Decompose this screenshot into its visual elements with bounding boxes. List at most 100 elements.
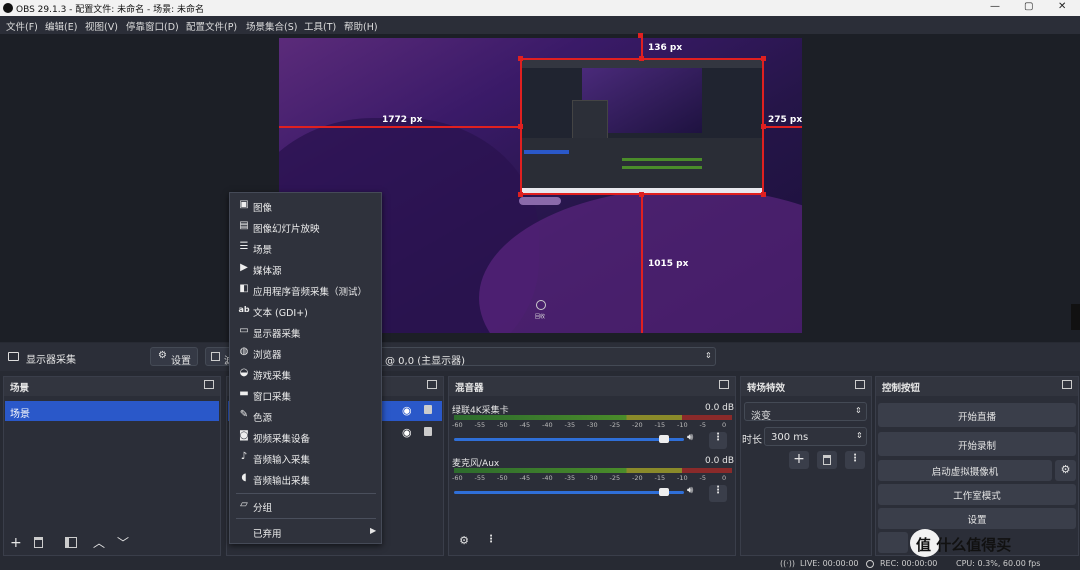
volume-slider[interactable] <box>454 491 684 494</box>
context-menu-item[interactable]: ♪ 音频输入采集 <box>230 448 381 468</box>
undock-icon[interactable] <box>1062 380 1072 389</box>
scenes-header: 场景 <box>4 377 220 396</box>
undock-icon[interactable] <box>427 380 437 389</box>
start-recording-button[interactable]: 开始录制 <box>878 432 1076 456</box>
mixer-settings-gear-icon[interactable]: ⚙ <box>454 534 474 552</box>
resize-handle[interactable] <box>518 192 523 197</box>
scene-move-down-button[interactable]: ﹀ <box>117 534 129 551</box>
context-menu-item[interactable]: ▭ 显示器采集 <box>230 322 381 342</box>
settings-button[interactable]: 设置 <box>878 508 1076 529</box>
start-virtual-camera-button[interactable]: 启动虚拟摄像机 <box>878 460 1052 481</box>
volume-slider-knob[interactable] <box>658 488 669 496</box>
undock-icon[interactable] <box>719 380 729 389</box>
guide-left-line <box>279 126 520 128</box>
resize-handle[interactable] <box>761 192 766 197</box>
menu-view[interactable]: 视图(V) <box>85 19 118 33</box>
volume-slider-knob[interactable] <box>658 435 669 443</box>
remove-transition-button[interactable] <box>817 451 837 469</box>
meter-tick-label: -55 <box>474 474 486 482</box>
maximize-button[interactable]: ▢ <box>1024 1 1033 12</box>
eye-icon[interactable]: ◉ <box>402 426 412 439</box>
menu-help[interactable]: 帮助(H) <box>344 19 378 33</box>
resize-handle[interactable] <box>761 56 766 61</box>
studio-mode-button[interactable]: 工作室模式 <box>878 484 1076 505</box>
start-streaming-button[interactable]: 开始直播 <box>878 403 1076 427</box>
window-title: OBS 29.1.3 - 配置文件: 未命名 - 场景: 未命名 <box>16 5 205 15</box>
context-menu-item[interactable]: ▬ 窗口采集 <box>230 385 381 405</box>
context-menu-item-label: 应用程序音频采集（测试） <box>253 287 368 298</box>
lock-icon[interactable] <box>424 405 432 414</box>
meter-tick-label: -20 <box>632 421 643 429</box>
menu-file[interactable]: 文件(F) <box>6 19 38 33</box>
resize-handle[interactable] <box>639 56 644 61</box>
context-menu-deprecated[interactable]: 已弃用 ▶ <box>230 522 381 542</box>
remove-scene-trash-icon[interactable] <box>34 537 43 548</box>
context-menu-item[interactable]: ◍ 浏览器 <box>230 343 381 363</box>
transitions-header: 转场特效 <box>741 377 871 396</box>
meter-tick-label: -15 <box>654 421 666 429</box>
context-menu-item-label: 图像 <box>253 203 273 214</box>
context-menu-item[interactable]: ◧ 应用程序音频采集（测试） <box>230 280 381 300</box>
controls-title: 控制按钮 <box>882 383 921 394</box>
volume-slider[interactable] <box>454 438 684 441</box>
guide-handle[interactable] <box>638 33 643 38</box>
context-menu-item[interactable]: ✎ 色源 <box>230 406 381 426</box>
virtual-camera-settings-gear-icon[interactable]: ⚙ <box>1055 460 1076 481</box>
channel-menu-button[interactable]: ⋮ <box>709 485 727 502</box>
mixer-menu-button[interactable]: ⋮ <box>483 534 499 552</box>
transition-select[interactable]: 淡变 ⇕ <box>744 402 867 422</box>
close-button[interactable]: ✕ <box>1058 1 1066 12</box>
duration-spinbox[interactable]: 300 ms ⇕ <box>764 427 867 446</box>
minimize-button[interactable]: — <box>990 1 1000 12</box>
eye-icon[interactable]: ◉ <box>402 404 412 417</box>
context-menu-item[interactable]: ◙ 视频采集设备 <box>230 427 381 447</box>
meter-tick-label: -45 <box>519 474 531 482</box>
menu-edit[interactable]: 编辑(E) <box>45 19 77 33</box>
add-transition-button[interactable]: + <box>789 451 809 469</box>
add-scene-button[interactable]: + <box>10 535 22 551</box>
preview-scroll-handle[interactable] <box>1071 304 1080 330</box>
resize-handle[interactable] <box>518 56 523 61</box>
source-settings-button[interactable]: ⚙ 设置 <box>150 347 198 367</box>
scene-filters-button[interactable] <box>65 537 77 548</box>
scene-item[interactable]: 场景 <box>5 401 219 421</box>
transition-menu-button[interactable]: ⋮ <box>845 451 865 469</box>
list-icon: ☰ <box>239 241 249 252</box>
resize-handle[interactable] <box>518 124 523 129</box>
speaker-icon[interactable]: 🔊︎ <box>687 485 693 496</box>
captured-display-source[interactable] <box>520 58 764 195</box>
context-menu-group[interactable]: ▱ 分组 <box>230 496 381 516</box>
undock-icon[interactable] <box>204 380 214 389</box>
context-menu-item-label: 文本 (GDI+) <box>253 308 308 319</box>
resize-handle[interactable] <box>761 124 766 129</box>
speaker-icon: ◖ <box>241 472 247 483</box>
context-menu-item[interactable]: ☰ 场景 <box>230 238 381 258</box>
menu-tools[interactable]: 工具(T) <box>304 19 336 33</box>
resize-handle[interactable] <box>639 192 644 197</box>
context-menu-item[interactable]: ▣ 图像 <box>230 196 381 216</box>
context-menu-item[interactable]: ◒ 游戏采集 <box>230 364 381 384</box>
meter-tick-label: -40 <box>542 474 553 482</box>
speaker-icon[interactable]: 🔊︎ <box>687 432 693 443</box>
context-menu-item[interactable]: ▶ 媒体源 <box>230 259 381 279</box>
menu-docks[interactable]: 停靠窗口(D) <box>126 19 179 33</box>
monitor-icon: ▭ <box>239 325 249 336</box>
channel-menu-button[interactable]: ⋮ <box>709 432 727 449</box>
transition-type: 淡变 <box>751 411 771 422</box>
gamepad-icon: ◒ <box>239 367 249 378</box>
transitions-title: 转场特效 <box>747 383 786 394</box>
meter-tick-label: -25 <box>609 421 621 429</box>
source-name: 显示器采集 <box>26 355 76 366</box>
context-menu-item[interactable]: ◖ 音频输出采集 <box>230 469 381 489</box>
exit-button[interactable] <box>878 532 908 553</box>
display-select[interactable]: @ 0,0 (主显示器) ⇕ <box>370 347 716 367</box>
menu-scene-collection[interactable]: 场景集合(S) <box>246 19 297 33</box>
context-menu-item[interactable]: ▤ 图像幻灯片放映 <box>230 217 381 237</box>
mixer-title: 混音器 <box>455 383 484 394</box>
undock-icon[interactable] <box>855 380 865 389</box>
context-menu-item[interactable]: ab 文本 (GDI+) <box>230 301 381 321</box>
menu-profile[interactable]: 配置文件(P) <box>186 19 237 33</box>
scene-move-up-button[interactable]: ︿ <box>93 534 105 551</box>
lock-icon[interactable] <box>424 427 432 436</box>
display-select-value: @ 0,0 (主显示器) <box>385 356 466 367</box>
